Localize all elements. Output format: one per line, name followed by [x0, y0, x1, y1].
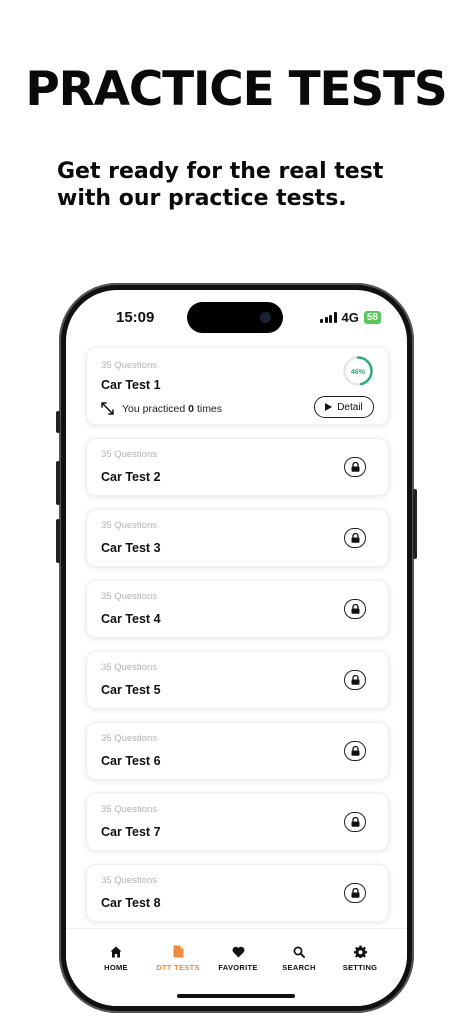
question-count: 35 Questions [101, 875, 157, 886]
test-title: Car Test 6 [101, 754, 161, 768]
phone-screen: 15:09 4G 58 35 Questions Car Test 1 46% [66, 290, 407, 1006]
test-title: Car Test 8 [101, 896, 161, 910]
test-card-3[interactable]: 35 Questions Car Test 3 [86, 509, 389, 567]
question-count: 35 Questions [101, 520, 157, 531]
test-card-7[interactable]: 35 Questions Car Test 7 [86, 793, 389, 851]
home-indicator[interactable] [177, 994, 295, 998]
page-subline: Get ready for the real test with our pra… [57, 159, 384, 211]
test-card-6[interactable]: 35 Questions Car Test 6 [86, 722, 389, 780]
lock-icon [351, 817, 359, 827]
phone-volume-up [56, 461, 60, 505]
detail-button[interactable]: Detail [314, 396, 374, 418]
gear-icon [353, 945, 367, 958]
question-count: 35 Questions [101, 733, 157, 744]
question-count: 35 Questions [101, 804, 157, 815]
lock-button[interactable] [344, 457, 366, 477]
lock-button[interactable] [344, 883, 366, 903]
test-card-1[interactable]: 35 Questions Car Test 1 46% You practice… [86, 347, 389, 425]
network-label: 4G [341, 310, 359, 325]
detail-label: Detail [337, 401, 363, 413]
tab-home[interactable]: HOME [86, 944, 146, 972]
lock-icon [351, 746, 359, 756]
practiced-prefix: You practiced [122, 402, 186, 415]
dynamic-island [187, 302, 283, 333]
test-card-5[interactable]: 35 Questions Car Test 5 [86, 651, 389, 709]
phone-mockup: 15:09 4G 58 35 Questions Car Test 1 46% [56, 283, 417, 1013]
tab-label: FAVORITE [218, 963, 258, 972]
test-title: Car Test 1 [101, 378, 161, 392]
practiced-count: 0 [188, 402, 195, 415]
phone-action-button [56, 411, 60, 433]
tab-favorite[interactable]: FAVORITE [208, 944, 268, 972]
question-count: 35 Questions [101, 662, 157, 673]
play-icon [325, 403, 333, 411]
question-count: 35 Questions [101, 591, 157, 602]
home-icon [110, 946, 122, 957]
battery-icon: 58 [363, 311, 381, 324]
tab-label: SETTING [342, 963, 378, 972]
lock-button[interactable] [344, 670, 366, 690]
test-card-8[interactable]: 35 Questions Car Test 8 [86, 864, 389, 922]
lock-button[interactable] [344, 528, 366, 548]
test-card-2[interactable]: 35 Questions Car Test 2 [86, 438, 389, 496]
status-time: 15:09 [116, 309, 155, 326]
heart-icon [232, 946, 244, 957]
expand-arrows-icon [101, 402, 114, 415]
phone-power-button [413, 489, 417, 559]
practiced-info: You practiced 0 times [101, 402, 222, 415]
tab-setting[interactable]: SETTING [330, 944, 390, 972]
test-title: Car Test 3 [101, 541, 161, 555]
status-indicators: 4G 58 [320, 310, 381, 325]
document-icon [173, 945, 183, 958]
signal-icon [320, 312, 337, 323]
tab-label: HOME [104, 963, 128, 972]
tab-label: DTT TESTS [156, 963, 200, 972]
progress-ring: 46% [343, 356, 373, 386]
lock-icon [351, 888, 359, 898]
test-title: Car Test 7 [101, 825, 161, 839]
question-count: 35 Questions [101, 449, 157, 460]
test-card-4[interactable]: 35 Questions Car Test 4 [86, 580, 389, 638]
progress-label: 46% [351, 369, 366, 376]
test-list: 35 Questions Car Test 1 46% You practice… [86, 347, 389, 935]
bottom-tab-bar: HOME DTT TESTS FAVORITE SEARCH SETTING [66, 928, 407, 1006]
lock-button[interactable] [344, 741, 366, 761]
phone-volume-down [56, 519, 60, 563]
lock-icon [351, 675, 359, 685]
test-title: Car Test 4 [101, 612, 161, 626]
tab-search[interactable]: SEARCH [269, 944, 329, 972]
tab-dtt-tests[interactable]: DTT TESTS [148, 944, 208, 972]
tab-label: SEARCH [282, 963, 316, 972]
lock-button[interactable] [344, 812, 366, 832]
question-count: 35 Questions [101, 360, 157, 371]
lock-button[interactable] [344, 599, 366, 619]
search-icon [293, 946, 305, 958]
lock-icon [351, 533, 359, 543]
lock-icon [351, 604, 359, 614]
practiced-suffix: times [196, 402, 223, 415]
test-title: Car Test 2 [101, 470, 161, 484]
page-headline: PRACTICE TESTS [25, 62, 447, 117]
lock-icon [351, 462, 359, 472]
camera-icon [260, 312, 271, 323]
test-title: Car Test 5 [101, 683, 161, 697]
